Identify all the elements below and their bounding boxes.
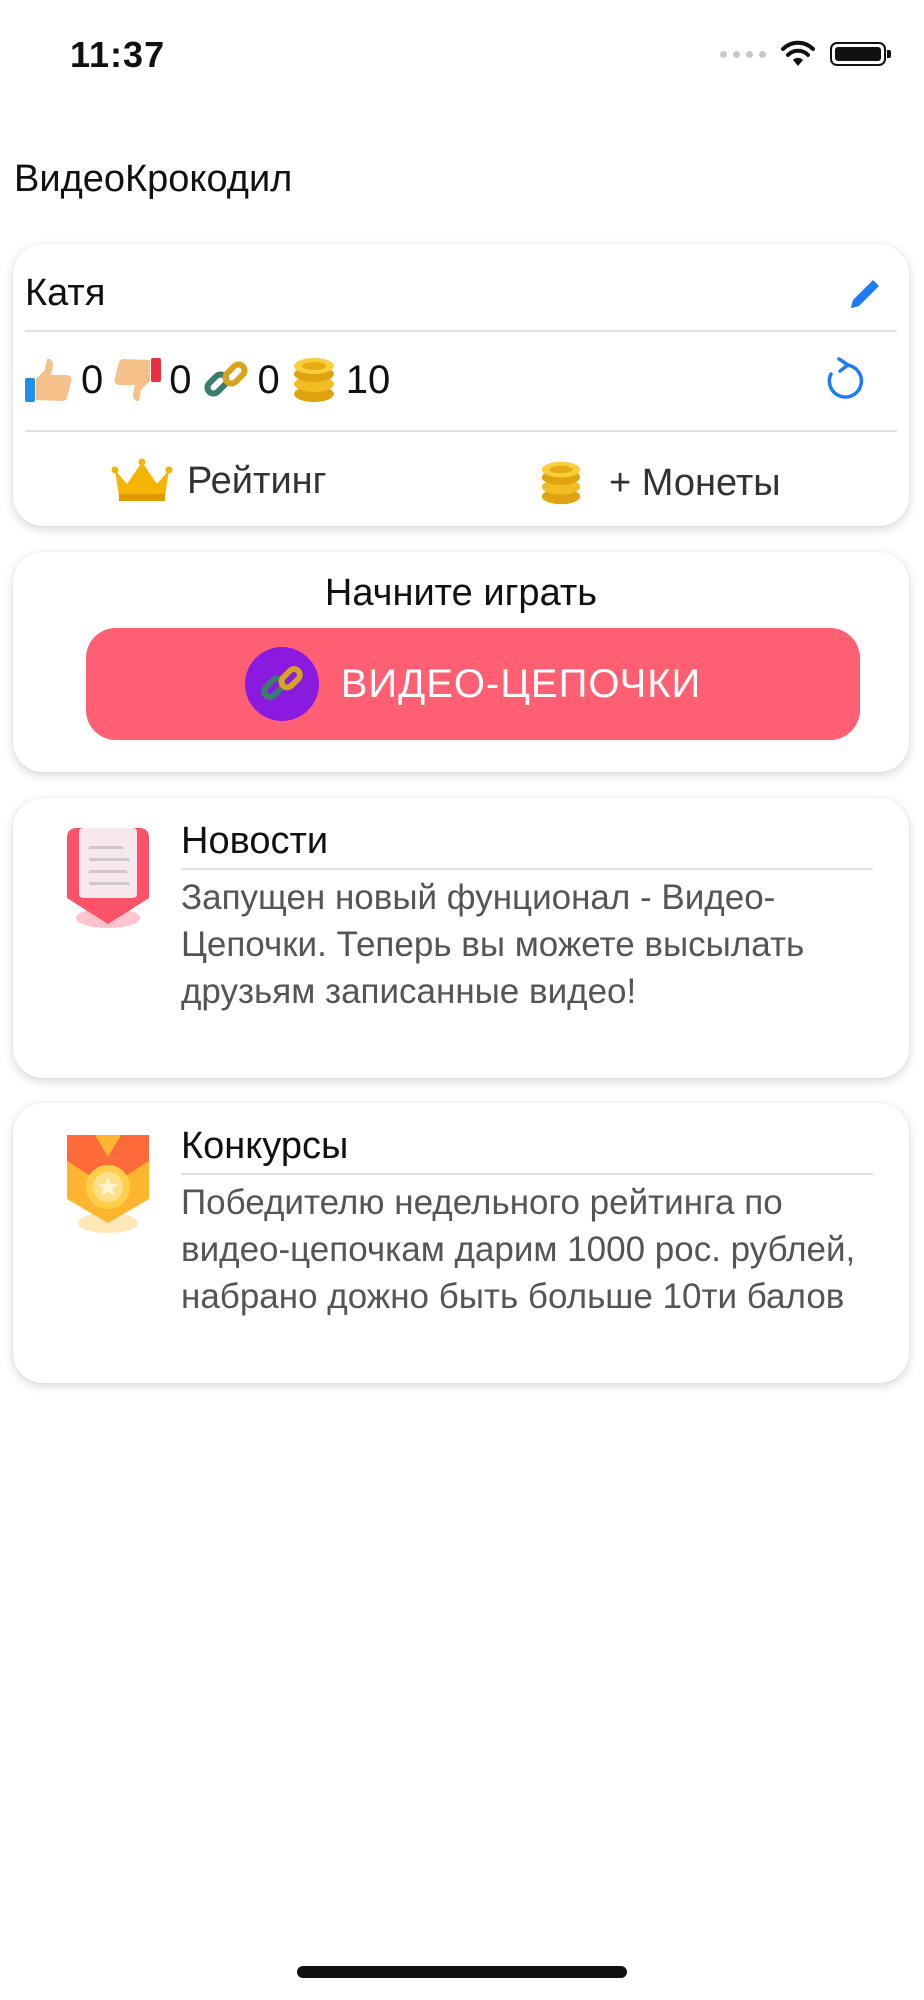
rating-label: Рейтинг	[187, 459, 327, 502]
profile-divider-bottom	[25, 430, 897, 432]
chain-icon	[244, 647, 319, 721]
coins-label: + Монеты	[609, 461, 781, 504]
news-card[interactable]: Новости Запущен новый фунционал - Видео-…	[13, 798, 909, 1078]
scroll-icon	[67, 828, 149, 928]
dislikes-stat: 0	[111, 354, 193, 406]
likes-count: 0	[81, 357, 104, 402]
profile-divider-top	[25, 330, 897, 332]
coins-icon	[541, 461, 581, 505]
contests-card[interactable]: Конкурсы Победителю недельного рейтинга …	[13, 1103, 909, 1383]
contests-body: Победителю недельного рейтинга по видео-…	[181, 1183, 856, 1316]
chains-stat: 0	[200, 354, 282, 406]
profile-card: Катя 0 0 0 10 Рейтинг + Монеты	[13, 244, 909, 526]
medal-icon	[67, 1135, 149, 1233]
home-indicator[interactable]	[297, 1966, 627, 1978]
app-title: ВидеоКрокодил	[14, 158, 293, 200]
thumbs-up-icon	[25, 358, 72, 402]
news-divider	[181, 868, 873, 870]
refresh-icon[interactable]	[821, 356, 871, 406]
chains-count: 0	[257, 357, 280, 402]
rating-button[interactable]: Рейтинг	[111, 458, 327, 504]
battery-icon	[830, 42, 891, 66]
contests-title: Конкурсы	[181, 1125, 349, 1167]
coins-icon	[293, 358, 334, 402]
video-chains-label: ВИДЕО-ЦЕПОЧКИ	[340, 661, 702, 706]
play-card: Начните играть ВИДЕО-ЦЕПОЧКИ	[13, 552, 909, 772]
likes-stat: 0	[23, 354, 105, 406]
news-title: Новости	[181, 820, 329, 862]
news-body: Запущен новый фунционал - Видео-Цепочки.…	[181, 878, 805, 1011]
edit-icon[interactable]	[843, 272, 887, 316]
stats-row: 0 0 0 10	[23, 354, 398, 406]
contests-divider	[181, 1173, 873, 1175]
status-time: 11:37	[70, 34, 166, 75]
profile-name: Катя	[25, 272, 106, 314]
status-icons	[720, 40, 891, 68]
status-bar: 11:37	[0, 0, 924, 110]
coins-stat: 10	[288, 354, 393, 406]
play-title: Начните играть	[324, 572, 598, 614]
wifi-icon	[781, 40, 815, 66]
coins-count: 10	[345, 357, 391, 402]
add-coins-button[interactable]: + Монеты	[535, 458, 781, 508]
video-chains-button[interactable]: ВИДЕО-ЦЕПОЧКИ	[86, 628, 860, 740]
chain-icon	[203, 361, 248, 397]
thumbs-down-icon	[114, 358, 162, 402]
dislikes-count: 0	[169, 357, 192, 402]
signal-icon	[720, 50, 766, 58]
crown-icon	[111, 458, 173, 501]
